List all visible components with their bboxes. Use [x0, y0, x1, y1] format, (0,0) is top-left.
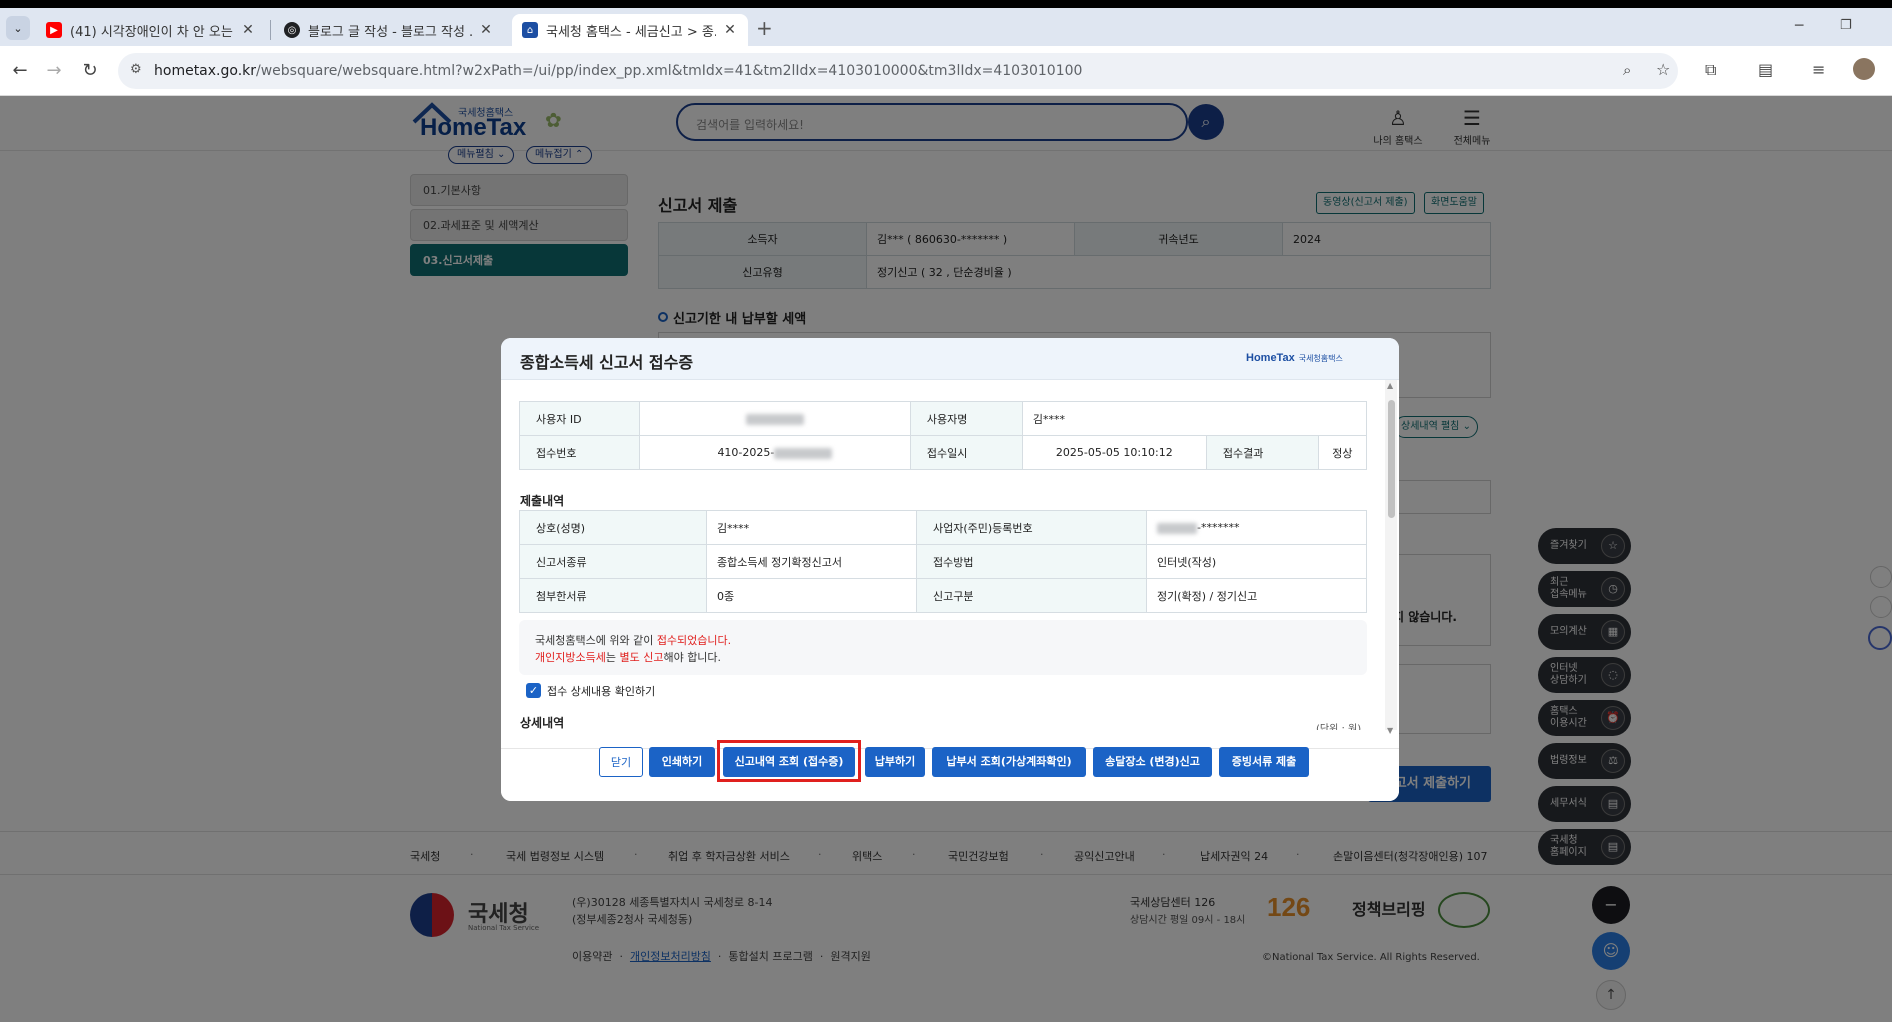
close-button[interactable]: 닫기	[599, 747, 643, 777]
modal-footer: 닫기 인쇄하기 신고내역 조회 (접수증) 납부하기 납부서 조회(가상계좌확인…	[501, 740, 1399, 801]
reload-icon[interactable]: ↻	[76, 56, 104, 84]
scroll-down-icon[interactable]: ▼	[1387, 726, 1393, 735]
tab-separator	[270, 20, 271, 40]
table-header: 접수결과	[1205, 435, 1319, 470]
close-icon[interactable]: ✕	[478, 22, 494, 38]
browser-tab-strip: ⌄ ▶ (41) 시각장애인이 차 안 오는 ... ✕ ◎ 블로그 글 작성 …	[0, 0, 1892, 46]
media-icon[interactable]: ≡	[1812, 60, 1825, 79]
modal-header: 종합소득세 신고서 접수증 HomeTax 국세청홈택스	[501, 338, 1399, 380]
table-header: 사용자 ID	[519, 401, 640, 436]
top-bar	[0, 0, 1892, 8]
confirm-checkbox[interactable]: ✓	[526, 683, 541, 698]
youtube-icon: ▶	[46, 22, 62, 38]
redacted-value	[774, 447, 833, 459]
extensions-icon[interactable]: ⧉	[1705, 60, 1716, 80]
scroll-up-icon[interactable]: ▲	[1387, 381, 1393, 390]
zoom-icon[interactable]: ⌕	[1623, 61, 1631, 79]
close-icon[interactable]: ✕	[722, 22, 738, 38]
receipt-time-value: 2025-05-05 10:10:12	[1021, 435, 1207, 470]
modal-title: 종합소득세 신고서 접수증	[520, 353, 694, 372]
print-button[interactable]: 인쇄하기	[649, 747, 715, 777]
hometax-icon: ⌂	[522, 22, 538, 38]
site-info-icon[interactable]: ⚙	[130, 62, 142, 77]
bookmark-star-icon[interactable]: ☆	[1656, 60, 1670, 79]
table-row: 신고서종류 종합소득세 정기확정신고서 접수방법 인터넷(작성)	[519, 544, 1367, 579]
user-id-value	[639, 401, 911, 436]
table-header: 신고구분	[916, 578, 1147, 613]
table-header: 접수일시	[909, 435, 1023, 470]
reg-no-value: -*******	[1146, 510, 1367, 545]
table-row: 상호(성명) 김**** 사업자(주민)등록번호 -*******	[519, 510, 1367, 545]
table-header: 사업자(주민)등록번호	[916, 510, 1147, 545]
receipt-result-value: 정상	[1317, 435, 1368, 470]
receipt-table: 사용자 ID 사용자명 김**** 접수번호 410-2025- 접수일시 20…	[519, 401, 1368, 470]
table-cell: 0종	[706, 578, 917, 613]
submission-table: 상호(성명) 김**** 사업자(주민)등록번호 -******* 신고서종류 …	[519, 510, 1367, 613]
tab-chatgpt[interactable]: ◎ 블로그 글 작성 - 블로그 작성 ... ✕	[274, 14, 504, 46]
table-row: 접수번호 410-2025- 접수일시 2025-05-05 10:10:12 …	[519, 435, 1368, 470]
evidence-submit-button[interactable]: 증빙서류 제출	[1219, 747, 1309, 777]
receipt-modal: 종합소득세 신고서 접수증 HomeTax 국세청홈택스 사용자 ID 사용자명 …	[501, 338, 1399, 801]
unit-label: (단위 : 원)	[1316, 724, 1362, 730]
tab-title: 블로그 글 작성 - 블로그 작성 ...	[308, 24, 472, 40]
back-icon[interactable]: ←	[6, 56, 34, 84]
detail-title: 상세내역	[520, 716, 565, 730]
table-header: 접수방법	[916, 544, 1147, 579]
table-header: 신고서종류	[519, 544, 707, 579]
table-cell: 인터넷(작성)	[1146, 544, 1367, 579]
table-cell: 종합소득세 정기확정신고서	[706, 544, 917, 579]
table-cell: 김****	[706, 510, 917, 545]
submission-title: 제출내역	[520, 494, 565, 508]
address-bar-row: ← → ↻ ⚙ hometax.go.kr/websquare/websquar…	[0, 46, 1892, 96]
tab-hometax[interactable]: ⌂ 국세청 홈택스 - 세금신고 > 종... ✕	[512, 14, 748, 46]
receipt-no-value: 410-2025-	[639, 435, 911, 470]
tab-youtube[interactable]: ▶ (41) 시각장애인이 차 안 오는 ... ✕	[36, 14, 266, 46]
chatgpt-icon: ◎	[284, 22, 300, 38]
sidepanel-icon[interactable]: ▤	[1758, 60, 1773, 79]
modal-body: 사용자 ID 사용자명 김**** 접수번호 410-2025- 접수일시 20…	[501, 380, 1399, 730]
restore-icon[interactable]: ❐	[1840, 18, 1852, 33]
modal-logo: HomeTax 국세청홈택스	[1246, 352, 1343, 364]
table-header: 상호(성명)	[519, 510, 707, 545]
pay-button[interactable]: 납부하기	[865, 747, 925, 777]
forward-icon[interactable]: →	[40, 56, 68, 84]
user-name-value: 김****	[1021, 401, 1368, 436]
table-header: 접수번호	[519, 435, 640, 470]
minimize-icon[interactable]: ─	[1795, 18, 1803, 34]
notice-line2: 개인지방소득세는 별도 신고해야 합니다.	[535, 651, 722, 664]
tab-title: 국세청 홈택스 - 세금신고 > 종...	[546, 24, 716, 40]
table-cell: 정기(확정) / 정기신고	[1146, 578, 1367, 613]
delivery-address-button[interactable]: 송달장소 (변경)신고	[1093, 747, 1212, 777]
payment-bill-button[interactable]: 납부서 조회(가상계좌확인)	[932, 747, 1086, 777]
notice-line1: 국세청홈택스에 위와 같이 접수되었습니다.	[535, 634, 732, 647]
url-input[interactable]: ⚙ hometax.go.kr/websquare/websquare.html…	[118, 53, 1678, 89]
table-header: 사용자명	[909, 401, 1023, 436]
tab-title: (41) 시각장애인이 차 안 오는 ...	[70, 24, 234, 40]
table-row: 사용자 ID 사용자명 김****	[519, 401, 1368, 436]
redacted-value	[745, 413, 804, 425]
confirm-checkbox-label[interactable]: 접수 상세내용 확인하기	[547, 683, 655, 699]
redacted-value	[1157, 522, 1197, 534]
tab-search-icon[interactable]: ⌄	[6, 16, 30, 40]
receipt-notice: 국세청홈택스에 위와 같이 접수되었습니다. 개인지방소득세는 별도 신고해야 …	[519, 620, 1367, 675]
table-row: 첨부한서류 0종 신고구분 정기(확정) / 정기신고	[519, 578, 1367, 613]
modal-scrollbar-thumb[interactable]	[1388, 400, 1395, 518]
close-icon[interactable]: ✕	[240, 22, 256, 38]
table-header: 첨부한서류	[519, 578, 707, 613]
new-tab-button[interactable]: +	[756, 16, 773, 40]
highlight-box	[717, 740, 861, 782]
profile-avatar[interactable]	[1853, 58, 1875, 80]
url-text: hometax.go.kr/websquare/websquare.html?w…	[154, 63, 1083, 79]
